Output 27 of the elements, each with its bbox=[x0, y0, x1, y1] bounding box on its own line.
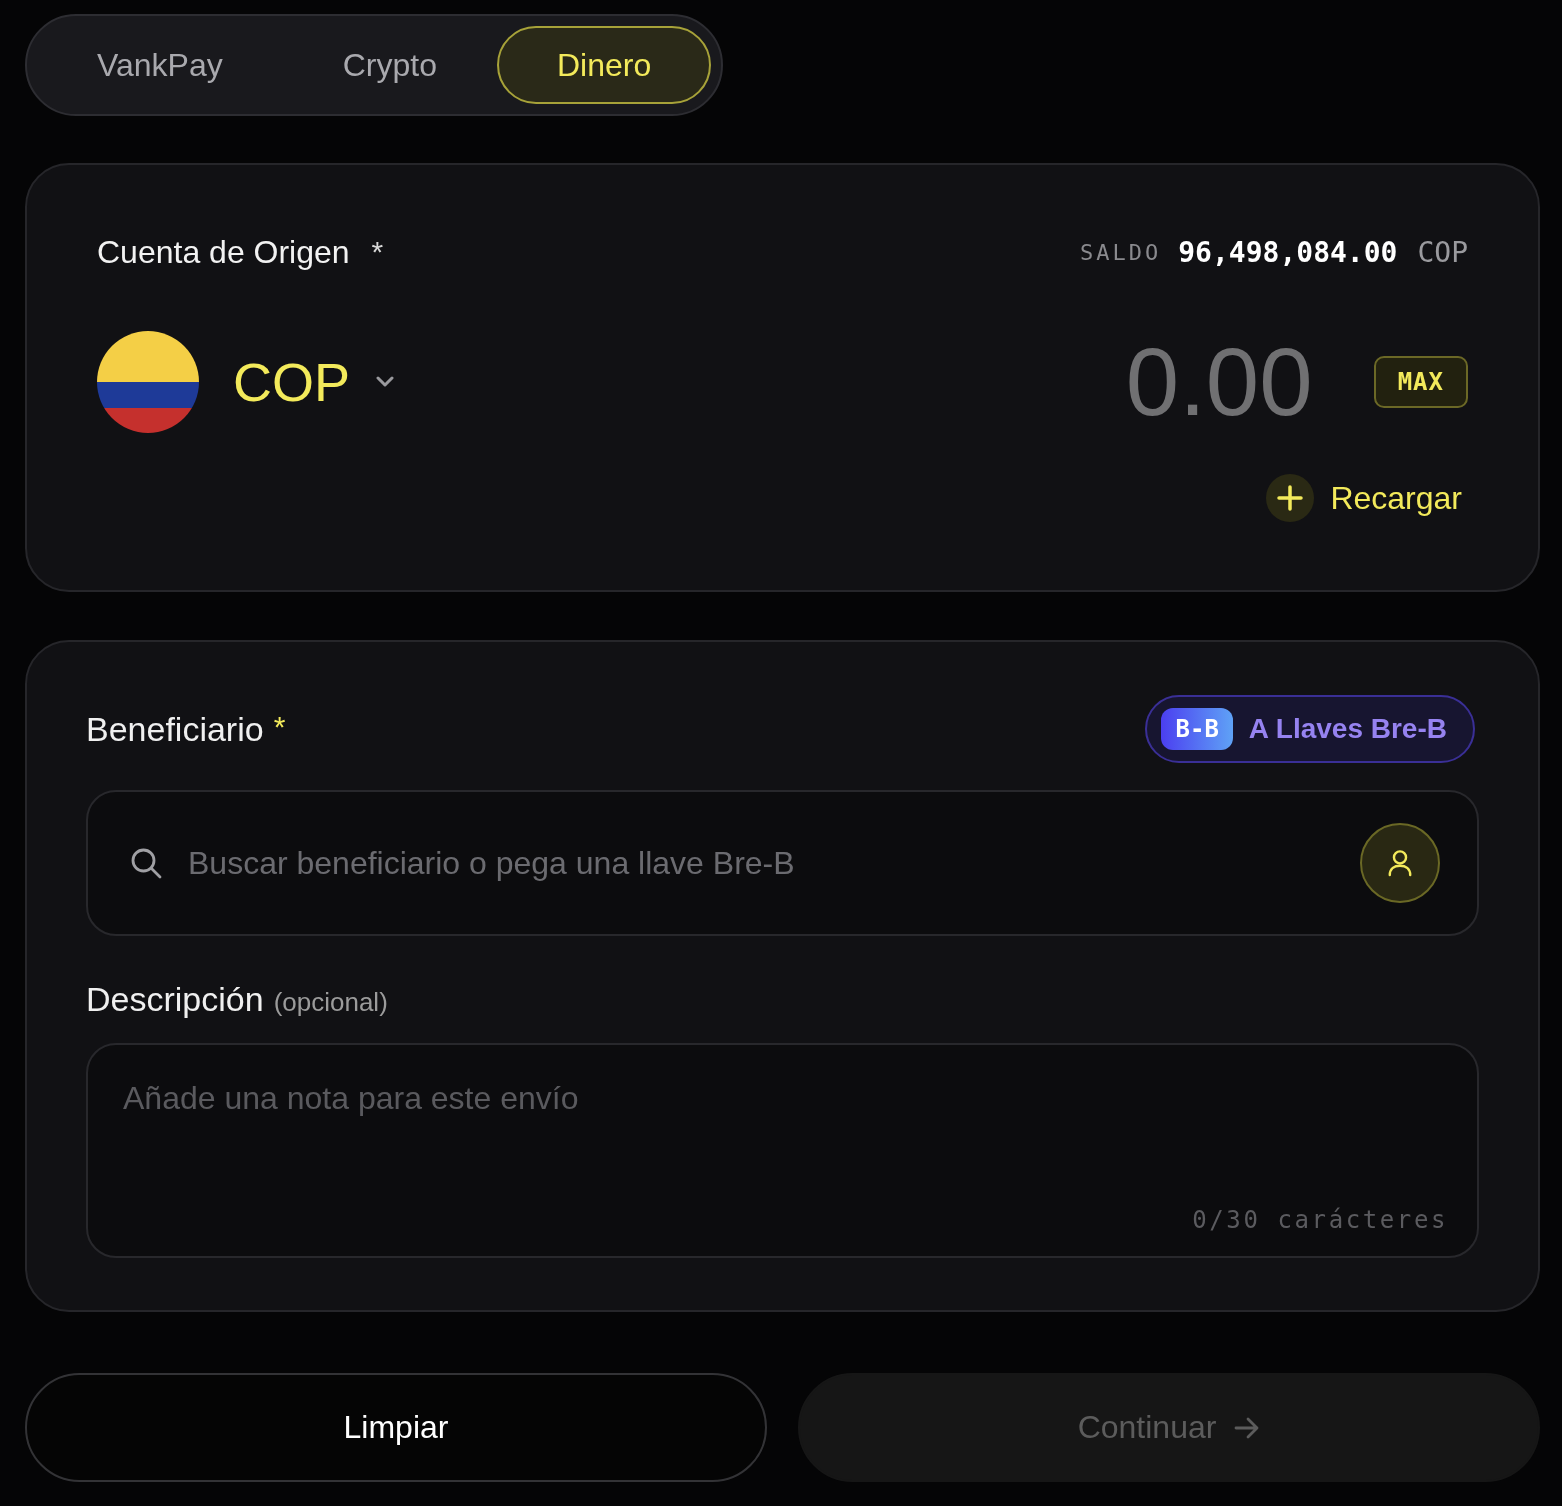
required-mark: * bbox=[273, 709, 286, 744]
search-icon bbox=[130, 847, 162, 879]
top-up-button[interactable]: Recargar bbox=[1266, 474, 1462, 522]
breb-tag: B-B bbox=[1161, 708, 1233, 750]
balance-label: SALDO bbox=[1080, 239, 1162, 265]
tab[interactable]: Dinero bbox=[496, 26, 712, 104]
search-field[interactable]: Buscar beneficiario o pega una llave Bre-B bbox=[86, 790, 1479, 936]
field-label: Descripción bbox=[86, 980, 264, 1019]
optional-hint: (opcional) bbox=[273, 987, 388, 1018]
max-button[interactable]: MAX bbox=[1373, 356, 1468, 408]
arrow-right-icon bbox=[1234, 1416, 1261, 1439]
balance-amount: 96,498,084.00 bbox=[1178, 235, 1398, 269]
chevron-down-icon bbox=[376, 376, 395, 388]
person-icon bbox=[1387, 849, 1413, 877]
required-mark: * bbox=[371, 235, 384, 269]
amount-input[interactable]: 0.00 bbox=[1116, 331, 1313, 433]
character-counter: 0/30 carácteres bbox=[1192, 1206, 1448, 1234]
flag-icon bbox=[97, 331, 199, 433]
breb-keys-button[interactable]: B-B A Llaves Bre-B bbox=[1145, 695, 1475, 763]
currency-selector[interactable]: COP bbox=[97, 331, 395, 433]
tab[interactable]: Crypto bbox=[282, 26, 497, 104]
tab[interactable]: VankPay bbox=[37, 26, 283, 104]
plus-icon bbox=[1266, 474, 1315, 522]
field-label: Beneficiario bbox=[86, 709, 264, 749]
clear-button[interactable]: Limpiar bbox=[25, 1373, 767, 1482]
balance-currency: COP bbox=[1417, 235, 1468, 269]
field-label: Cuenta de Origen bbox=[97, 233, 350, 271]
